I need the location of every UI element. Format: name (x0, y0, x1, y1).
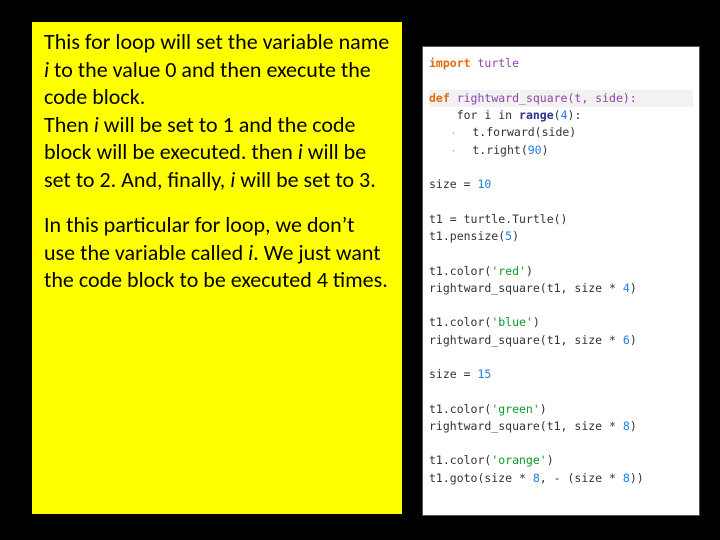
code-line-blank (429, 383, 693, 400)
text: ) (540, 402, 547, 416)
code-line: rightward_square(t1, size * 6) (429, 332, 693, 349)
text: t1 = turtle.Turtle() (429, 212, 567, 226)
num: 6 (623, 333, 630, 347)
code-line-blank (429, 159, 693, 176)
text: ) (630, 333, 637, 347)
num: 4 (623, 281, 630, 295)
code-line: t1.color('blue') (429, 314, 693, 331)
text: Then (44, 111, 94, 138)
text: ) (526, 264, 533, 278)
text: ( (554, 108, 561, 122)
code-line: import turtle (429, 55, 693, 72)
kw-def: def (429, 91, 450, 105)
num: 10 (477, 177, 491, 191)
str: 'orange' (491, 453, 546, 467)
mod-turtle: turtle (471, 56, 519, 70)
text: rightward_square(t1, size * (429, 281, 623, 295)
code-line: t1.color('red') (429, 263, 693, 280)
code-line: rightward_square(t1, size * 8) (429, 418, 693, 435)
text: , - (size * (540, 471, 623, 485)
text: will be set to 3. (235, 166, 376, 193)
kw-import: import (429, 56, 471, 70)
paragraph-1: This for loop will set the variable name… (44, 28, 390, 193)
code-line-blank (429, 194, 693, 211)
str: 'green' (491, 402, 539, 416)
text: ): (568, 108, 582, 122)
indent-dot: · (429, 129, 472, 139)
num: 8 (533, 471, 540, 485)
code-line-blank (429, 297, 693, 314)
str: 'red' (491, 264, 526, 278)
code-line: def rightward_square(t, side): (429, 90, 693, 107)
code-line: for i in range(4): (429, 107, 693, 124)
str: 'blue' (491, 315, 533, 329)
code-line-blank (429, 349, 693, 366)
fn-name: rightward_square(t, side): (450, 91, 637, 105)
text: t1.color( (429, 453, 491, 467)
text: ) (630, 419, 637, 433)
text: ) (533, 315, 540, 329)
text: in (491, 108, 519, 122)
code-line-blank (429, 245, 693, 262)
code-line: t1.pensize(5) (429, 228, 693, 245)
code-line: t1 = turtle.Turtle() (429, 211, 693, 228)
text: This for loop will set the variable name (44, 28, 389, 55)
indent-dot: · (429, 147, 472, 157)
text: rightward_square(t1, size * (429, 419, 623, 433)
text: t1.goto(size * (429, 471, 533, 485)
explanation-box: This for loop will set the variable name… (32, 22, 402, 514)
num: 8 (623, 419, 630, 433)
num: 15 (477, 367, 491, 381)
text: ) (542, 143, 549, 157)
text: ) (512, 229, 519, 243)
text: size = (429, 367, 477, 381)
text: t.right( (472, 143, 527, 157)
text: t1.color( (429, 264, 491, 278)
text: ) (630, 281, 637, 295)
code-line: size = 15 (429, 366, 693, 383)
code-line: t1.color('green') (429, 401, 693, 418)
text: rightward_square(t1, size * (429, 333, 623, 347)
text: t1.color( (429, 315, 491, 329)
code-line: rightward_square(t1, size * 4) (429, 280, 693, 297)
paragraph-2: In this particular for loop, we don’t us… (44, 211, 390, 294)
code-line: t1.goto(size * 8, - (size * 8)) (429, 470, 693, 487)
code-line-blank (429, 72, 693, 89)
num: 8 (623, 471, 630, 485)
text: t1.color( (429, 402, 491, 416)
code-editor: import turtle def rightward_square(t, si… (422, 46, 700, 516)
text: )) (630, 471, 644, 485)
text: t.forward(side) (472, 125, 576, 139)
code-line: · t.forward(side) (429, 124, 693, 142)
text: size = (429, 177, 477, 191)
code-line: size = 10 (429, 176, 693, 193)
text: ) (547, 453, 554, 467)
num: 4 (561, 108, 568, 122)
code-line: t1.color('orange') (429, 452, 693, 469)
text: for (429, 108, 484, 122)
code-line: · t.right(90) (429, 142, 693, 160)
code-line-blank (429, 435, 693, 452)
fn-range: range (519, 108, 554, 122)
text: t1.pensize( (429, 229, 505, 243)
text: to the value 0 and then execute the code… (44, 56, 371, 111)
num: 90 (528, 143, 542, 157)
